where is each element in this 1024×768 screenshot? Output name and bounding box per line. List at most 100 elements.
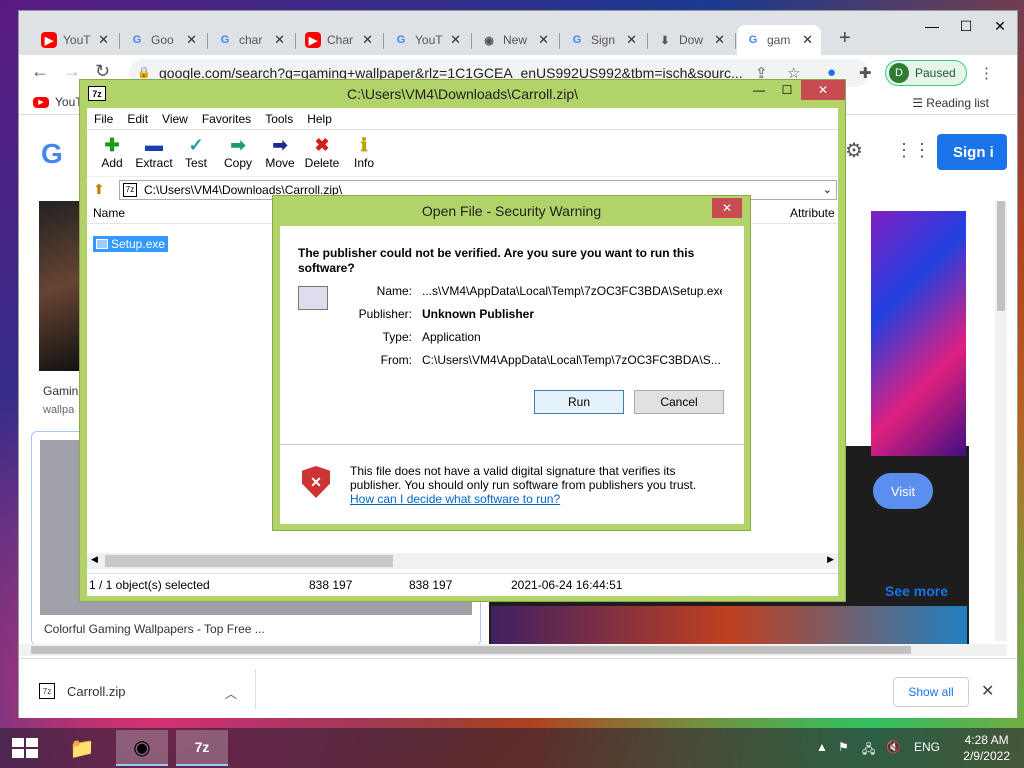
status-packed: 838 197 — [409, 578, 453, 592]
card-caption[interactable]: Colorful Gaming Wallpapers - Top Free ..… — [44, 622, 265, 636]
tab-1[interactable]: G Goo ✕ — [121, 25, 205, 55]
run-button[interactable]: Run — [534, 390, 624, 414]
reading-list-button[interactable]: ☰ Reading list — [912, 96, 989, 110]
minimize-button[interactable]: — — [745, 80, 773, 100]
minimize-button[interactable]: — — [915, 11, 949, 41]
extract-button[interactable]: ▬ Extract — [133, 130, 175, 176]
close-tab-icon[interactable]: ✕ — [538, 32, 549, 48]
close-tab-icon[interactable]: ✕ — [450, 32, 461, 48]
bookmark-youtube[interactable]: ▶ YouT — [33, 95, 83, 109]
dialog-question: The publisher could not be verified. Are… — [298, 246, 695, 275]
new-tab-button[interactable]: + — [839, 27, 851, 50]
menu-file[interactable]: File — [87, 112, 120, 126]
tab-5[interactable]: ◉ New ✕ — [473, 25, 557, 55]
menu-favorites[interactable]: Favorites — [195, 112, 258, 126]
result-image[interactable] — [39, 201, 84, 371]
file-explorer-icon[interactable]: 📁 — [56, 730, 108, 766]
show-all-button[interactable]: Show all — [893, 677, 969, 707]
windows-start-icon[interactable] — [12, 738, 38, 758]
download-item[interactable]: 7z Carroll.zip — [39, 683, 126, 699]
scroll-left-icon[interactable]: ◀ — [91, 554, 98, 565]
close-button[interactable]: ✕ — [983, 11, 1017, 41]
google-logo[interactable]: G — [41, 138, 63, 170]
sign-in-button[interactable]: Sign i — [937, 134, 1007, 170]
sevenzip-titlebar[interactable]: 7z C:\Users\VM4\Downloads\Carroll.zip\ —… — [80, 80, 845, 108]
list-item[interactable]: Setup.exe — [93, 236, 169, 252]
close-button[interactable]: ✕ — [801, 80, 845, 100]
gear-icon[interactable]: ⚙ — [845, 138, 863, 163]
tab-0[interactable]: ▶ YouT ✕ — [33, 25, 117, 55]
tab-4[interactable]: G YouT ✕ — [385, 25, 469, 55]
google-icon: G — [132, 34, 142, 46]
google-icon: G — [572, 34, 582, 46]
add-icon: ✚ — [104, 135, 120, 155]
chrome-icon[interactable]: ◉ — [116, 730, 168, 766]
column-name[interactable]: Name — [93, 206, 125, 220]
menu-tools[interactable]: Tools — [258, 112, 300, 126]
tab-6[interactable]: G Sign ✕ — [561, 25, 645, 55]
network-icon[interactable]: 🖧 — [862, 740, 875, 761]
info-button[interactable]: ℹ Info — [343, 130, 385, 176]
cancel-button[interactable]: Cancel — [634, 390, 724, 414]
tab-7[interactable]: ⬇ Dow ✕ — [649, 25, 733, 55]
status-selected: 1 / 1 object(s) selected — [89, 578, 210, 592]
tab-2[interactable]: Gchar ✕ — [209, 25, 293, 55]
volume-muted-icon[interactable]: 🔇 — [886, 740, 901, 754]
profile-button[interactable]: D Paused — [885, 60, 967, 86]
close-tab-icon[interactable]: ✕ — [186, 32, 197, 48]
menu-help[interactable]: Help — [300, 112, 339, 126]
visit-button[interactable]: Visit — [873, 473, 933, 509]
copy-button[interactable]: ➡ Copy — [217, 130, 259, 176]
sevenzip-taskbar-icon[interactable]: 7z — [176, 730, 228, 766]
result-source: wallpa — [43, 404, 75, 416]
test-button[interactable]: ✓ Test — [175, 130, 217, 176]
up-folder-icon[interactable]: ⬆ — [93, 181, 105, 198]
dialog-title: Open File - Security Warning — [421, 203, 602, 219]
status-size: 838 197 — [309, 578, 353, 592]
maximize-button[interactable]: ☐ — [773, 80, 801, 100]
chevron-up-icon[interactable]: ︿ — [225, 685, 237, 702]
help-link[interactable]: How can I decide what software to run? — [350, 492, 730, 506]
menu-view[interactable]: View — [155, 112, 195, 126]
move-button[interactable]: ➡ Move — [259, 130, 301, 176]
close-tab-icon[interactable]: ✕ — [714, 32, 725, 48]
close-downloads-icon[interactable]: ✕ — [981, 681, 994, 701]
test-icon: ✓ — [188, 135, 204, 155]
scroll-right-icon[interactable]: ▶ — [827, 554, 834, 565]
language-indicator[interactable]: ENG — [914, 740, 940, 754]
back-button[interactable]: ← — [31, 61, 49, 82]
clock[interactable]: 4:28 AM 2/9/2022 — [963, 732, 1010, 764]
close-tab-icon[interactable]: ✕ — [802, 32, 813, 48]
page-vertical-scrollbar[interactable] — [995, 201, 1007, 641]
scroll-thumb[interactable] — [105, 555, 393, 567]
maximize-button[interactable]: ☐ — [949, 11, 983, 41]
scroll-thumb[interactable] — [31, 646, 911, 654]
chevron-down-icon[interactable]: ⌄ — [823, 181, 832, 199]
menu-edit[interactable]: Edit — [120, 112, 155, 126]
close-tab-icon[interactable]: ✕ — [274, 32, 285, 48]
preview-image[interactable] — [871, 211, 966, 456]
scroll-thumb[interactable] — [997, 201, 1005, 311]
security-warning-dialog: Open File - Security Warning ✕ The publi… — [272, 195, 751, 531]
close-tab-icon[interactable]: ✕ — [98, 32, 109, 48]
tab-separator — [295, 33, 296, 49]
close-tab-icon[interactable]: ✕ — [362, 32, 373, 48]
result-caption[interactable]: Gamin — [43, 384, 78, 398]
lock-icon[interactable]: 🔒 — [137, 66, 151, 79]
close-button[interactable]: ✕ — [712, 198, 742, 218]
page-horizontal-scrollbar[interactable] — [19, 644, 1007, 656]
file-list-scrollbar[interactable]: ◀ ▶ — [87, 553, 838, 569]
tab-3[interactable]: ▶ Char ✕ — [297, 25, 381, 55]
menu-kebab-icon[interactable]: ⋮ — [979, 64, 994, 82]
chevron-up-icon[interactable]: ▲ — [816, 740, 828, 754]
column-attributes[interactable]: Attribute — [790, 206, 835, 220]
add-button[interactable]: ✚ Add — [91, 130, 133, 176]
close-tab-icon[interactable]: ✕ — [626, 32, 637, 48]
delete-button[interactable]: ✖ Delete — [301, 130, 343, 176]
see-more-link[interactable]: See more — [885, 583, 948, 599]
related-images-strip[interactable] — [491, 606, 967, 644]
extensions-puzzle-icon[interactable]: ✚ — [859, 64, 872, 82]
tab-8[interactable]: Ggam ✕ — [737, 25, 821, 55]
dialog-titlebar[interactable]: Open File - Security Warning ✕ — [273, 196, 750, 226]
security-alert-icon[interactable]: ⚑ — [838, 740, 849, 754]
